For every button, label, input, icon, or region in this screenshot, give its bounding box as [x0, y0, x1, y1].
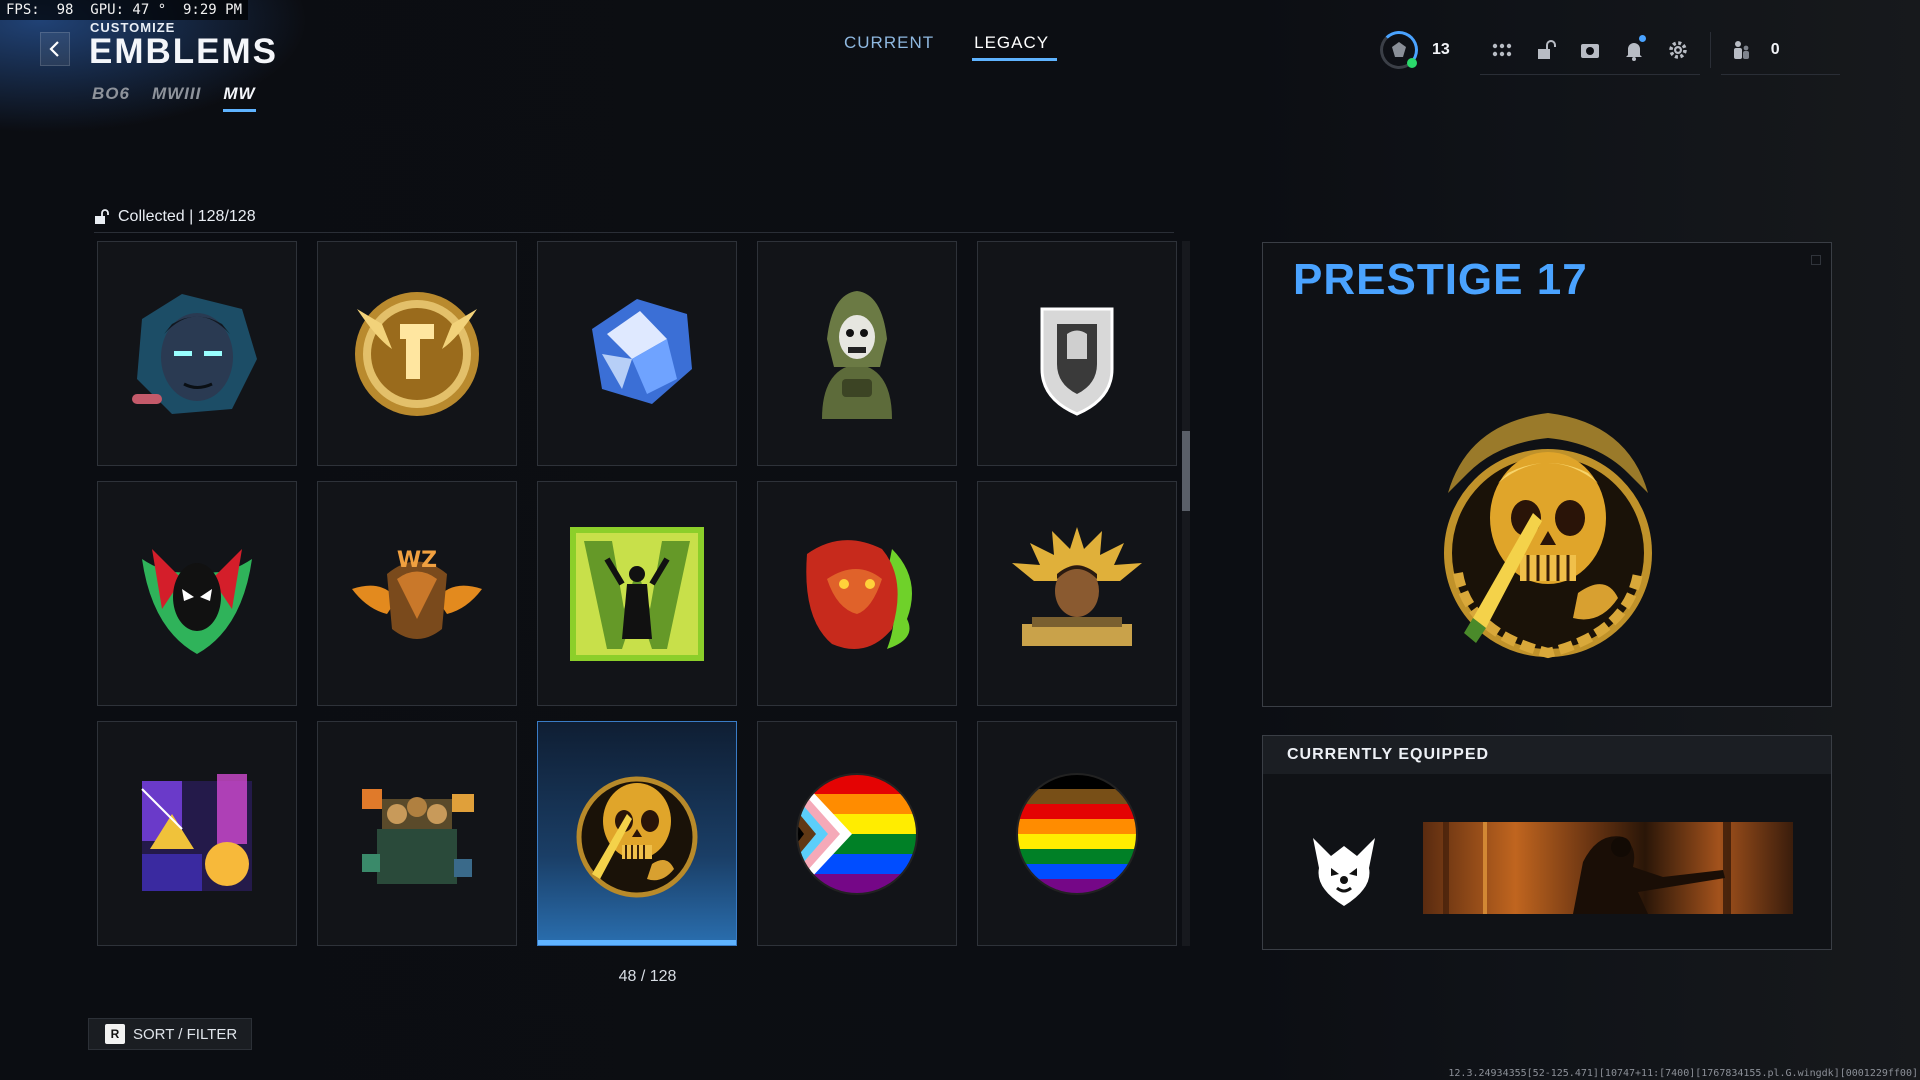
tab-current[interactable]: CURRENT — [842, 33, 942, 61]
emblem-tile[interactable] — [977, 241, 1177, 466]
emblem-tile[interactable] — [317, 241, 517, 466]
divider — [94, 232, 1174, 233]
unlock-icon — [95, 209, 109, 224]
bell-icon — [1625, 42, 1642, 61]
city-collage-emblem — [141, 773, 252, 891]
page-counter: 48 / 128 — [618, 968, 677, 985]
apps-grid-button[interactable] — [1490, 38, 1514, 62]
unlock-icon — [1537, 39, 1556, 59]
party-count: 0 — [1770, 40, 1780, 58]
emblem-tile[interactable] — [977, 721, 1177, 946]
emblem-tile[interactable] — [97, 481, 297, 706]
apps-grid-icon — [1492, 43, 1511, 56]
pixel-squad-emblem — [362, 788, 474, 884]
settings-button[interactable] — [1666, 38, 1690, 62]
performance-overlay: FPS: 98 GPU: 47 ° 9:29 PM — [0, 0, 249, 20]
emblem-tile[interactable] — [537, 481, 737, 706]
operator-silhouette-calling-card-art — [1443, 822, 1731, 914]
emblem-tile[interactable] — [977, 481, 1177, 706]
spartan-shield-emblem — [1040, 307, 1114, 416]
gold-operator-emblem — [1012, 526, 1142, 646]
online-status-dot — [1407, 58, 1417, 68]
emblem-tile-selected[interactable] — [537, 721, 737, 946]
store-icon — [1580, 43, 1599, 58]
ghost-camo-operator-emblem — [822, 290, 892, 419]
gold-g-wings-emblem — [355, 291, 479, 416]
emblem-preview-panel: PRESTIGE 17 — [1262, 242, 1832, 707]
tab-bo6[interactable]: BO6 — [92, 84, 130, 112]
prestige-17-skull-emblem — [576, 776, 698, 897]
mode-tabs: CURRENT LEGACY — [842, 33, 1058, 61]
equipped-header: CURRENTLY EQUIPPED — [1263, 736, 1831, 774]
emblem-tile[interactable]: WZ — [317, 481, 517, 706]
green-w-soldier-emblem — [570, 526, 704, 661]
red-beast-flames-emblem — [806, 539, 912, 649]
rank-icon — [1392, 42, 1406, 57]
top-hud: 13 0 — [1380, 28, 1840, 75]
grid-scrollbar[interactable] — [1182, 241, 1190, 946]
emblem-tile[interactable] — [97, 721, 297, 946]
unlocks-button[interactable] — [1534, 38, 1558, 62]
hud-icon-bar — [1479, 34, 1700, 75]
sort-filter-label: SORT / FILTER — [133, 1025, 238, 1043]
equipped-calling-card — [1423, 822, 1793, 914]
emblem-tile[interactable] — [757, 721, 957, 946]
sort-filter-button[interactable]: R SORT / FILTER — [88, 1018, 253, 1050]
wolf-emblem — [1313, 838, 1375, 906]
collected-label: Collected | 128/128 — [118, 208, 256, 225]
party-area: 0 — [1720, 38, 1840, 75]
emblem-tile[interactable] — [317, 721, 517, 946]
currently-equipped-panel: CURRENTLY EQUIPPED — [1262, 735, 1832, 950]
player-rank-badge[interactable] — [1380, 31, 1418, 69]
r-key-icon: R — [105, 1024, 125, 1044]
hud-divider — [1709, 32, 1711, 68]
tab-legacy[interactable]: LEGACY — [972, 33, 1058, 61]
spawn-mask-emblem — [142, 548, 252, 654]
emblem-tile[interactable] — [757, 481, 957, 706]
emblem-tile[interactable] — [757, 241, 957, 466]
store-button[interactable] — [1578, 38, 1602, 62]
svg-text:WZ: WZ — [397, 548, 437, 573]
gear-icon — [1669, 40, 1687, 59]
collected-counter: Collected | 128/128 — [94, 208, 256, 226]
page-title: EMBLEMS — [89, 32, 278, 71]
emblem-tile[interactable] — [537, 241, 737, 466]
progress-pride-circle-emblem — [796, 772, 918, 895]
emblem-tile[interactable] — [97, 241, 297, 466]
shattered-crystal-emblem — [592, 298, 692, 404]
notification-dot — [1638, 34, 1646, 42]
party-icon — [1733, 40, 1749, 59]
chevron-left-icon — [49, 41, 59, 57]
party-button[interactable] — [1729, 38, 1753, 62]
neon-face-emblem — [132, 293, 257, 414]
rainbow-pride-circle-emblem — [1016, 772, 1138, 895]
notifications-button[interactable] — [1622, 34, 1646, 62]
corner-icon — [1811, 255, 1821, 265]
wz-parachute-emblem: WZ — [352, 548, 482, 639]
preview-title: PRESTIGE 17 — [1293, 255, 1588, 304]
back-button[interactable] — [40, 32, 70, 66]
player-level: 13 — [1432, 41, 1450, 58]
tab-mw[interactable]: MW — [223, 84, 256, 112]
prestige-17-skull-emblem-large — [1444, 413, 1652, 659]
build-version: 12.3.24934355[52-125.471][10747+11:[7400… — [1448, 1068, 1918, 1079]
scrollbar-thumb[interactable] — [1182, 431, 1190, 511]
game-tabs: BO6 MWIII MW — [92, 84, 278, 112]
tab-mwiii[interactable]: MWIII — [152, 84, 201, 112]
